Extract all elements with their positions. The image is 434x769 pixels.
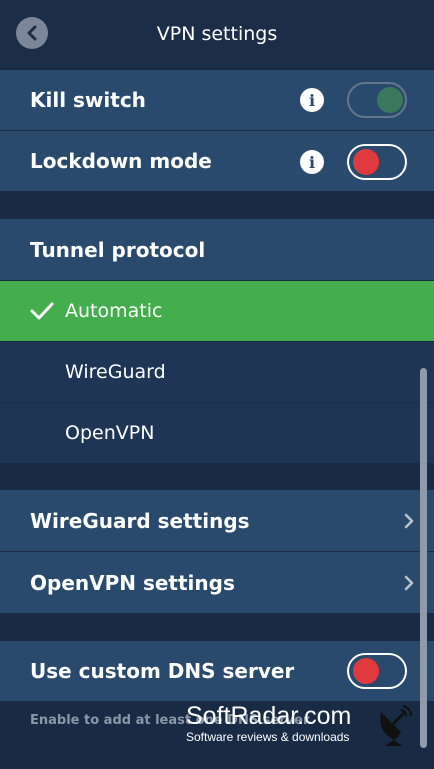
protocol-option-label: WireGuard xyxy=(65,361,166,383)
tunnel-protocol-title: Tunnel protocol xyxy=(30,237,206,262)
wireguard-settings-label: WireGuard settings xyxy=(30,508,250,533)
kill-switch-info-icon[interactable]: i xyxy=(300,88,324,112)
page-title: VPN settings xyxy=(156,23,278,45)
watermark-tagline: Software reviews & downloads xyxy=(186,730,350,744)
kill-switch-toggle[interactable] xyxy=(347,82,407,118)
chevron-right-icon xyxy=(404,513,414,528)
protocol-option-wireguard[interactable]: WireGuard xyxy=(0,342,434,402)
satellite-dish-icon xyxy=(380,705,412,746)
watermark-name: SoftRadar.com xyxy=(186,702,352,730)
custom-dns-toggle[interactable] xyxy=(347,653,407,689)
scrollbar[interactable] xyxy=(420,368,427,748)
watermark: SoftRadar.com Software reviews & downloa… xyxy=(186,702,351,744)
protocol-option-automatic[interactable]: Automatic xyxy=(0,281,434,341)
protocol-option-openvpn[interactable]: OpenVPN xyxy=(0,403,434,463)
protocol-option-label: Automatic xyxy=(65,300,163,322)
checkmark-icon xyxy=(30,302,54,320)
wireguard-settings-row[interactable]: WireGuard settings xyxy=(0,490,434,551)
lockdown-mode-info-icon[interactable]: i xyxy=(300,150,324,174)
title-bar: VPN settings xyxy=(0,0,434,68)
toggle-knob xyxy=(353,658,379,684)
protocol-option-label: OpenVPN xyxy=(65,422,155,444)
toggle-knob xyxy=(353,149,379,175)
lockdown-mode-toggle[interactable] xyxy=(347,144,407,180)
openvpn-settings-row[interactable]: OpenVPN settings xyxy=(0,552,434,613)
chevron-right-icon xyxy=(404,575,414,590)
openvpn-settings-label: OpenVPN settings xyxy=(30,570,235,595)
tunnel-protocol-header: Tunnel protocol xyxy=(0,219,434,280)
toggle-knob xyxy=(377,87,403,113)
